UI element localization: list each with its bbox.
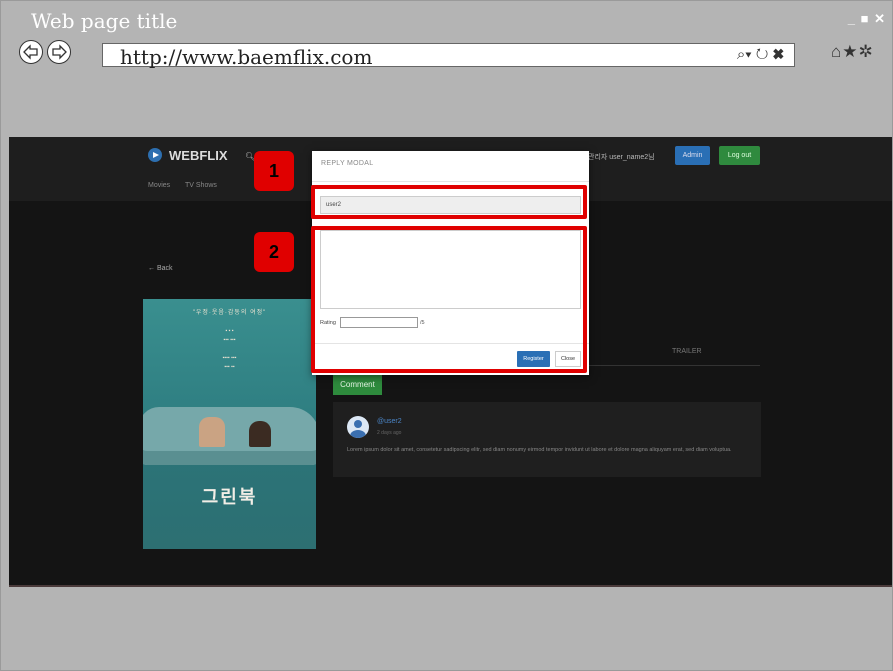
- highlight-box-2: [311, 226, 587, 373]
- tab-divider: [589, 365, 760, 366]
- comment-username[interactable]: @user2: [377, 418, 402, 425]
- logo-text: WEBFLIX: [169, 148, 228, 163]
- comment-text: Lorem ipsum dolor sit amet, consetetur s…: [347, 447, 732, 453]
- annotation-badge-2: 2: [254, 232, 294, 272]
- movie-poster: "우정·웃음·감동의 여정" ▪ ▪ ▪ ▪▪▪ ▪▪▪ ▪▪▪▪ ▪▪▪ ▪▪▪ ▪…: [143, 299, 316, 549]
- comment-card: @user2 2 days ago Lorem ipsum dolor sit …: [333, 402, 761, 477]
- comment-button[interactable]: Comment: [333, 375, 382, 395]
- home-star-gear-icons[interactable]: ⌂★✲: [831, 42, 874, 62]
- poster-credits: ▪ ▪ ▪ ▪▪▪ ▪▪▪ ▪▪▪▪ ▪▪▪ ▪▪▪ ▪▪: [222, 328, 237, 370]
- poster-car-image: [143, 407, 316, 465]
- nav-tv-shows[interactable]: TV Shows: [185, 182, 217, 189]
- comment-time: 2 days ago: [377, 430, 402, 436]
- window-controls[interactable]: _ ■ ✕: [848, 11, 886, 27]
- admin-button[interactable]: Admin: [675, 146, 710, 165]
- avatar: [347, 416, 369, 438]
- browser-window: Web page title _ ■ ✕ http://www.baemflix…: [0, 0, 893, 671]
- poster-tagline: "우정·웃음·감동의 여정": [192, 310, 267, 316]
- logout-button[interactable]: Log out: [719, 146, 760, 165]
- url-text[interactable]: http://www.baemflix.com: [120, 44, 372, 70]
- window-title: Web page title: [31, 9, 178, 33]
- poster-person-right: [249, 421, 271, 447]
- back-arrow-icon[interactable]: [19, 40, 43, 64]
- address-bar-controls[interactable]: ⌕▾ ↻ ✖: [737, 46, 784, 63]
- page-bottom-strip: [9, 585, 892, 587]
- webflix-logo[interactable]: WEBFLIX: [148, 148, 228, 163]
- modal-title: REPLY MODAL: [321, 160, 374, 167]
- navigation-bar: http://www.baemflix.com ⌕▾ ↻ ✖ ⌂★✲: [1, 37, 892, 73]
- poster-person-left: [199, 417, 225, 447]
- title-bar: Web page title _ ■ ✕: [1, 1, 892, 37]
- user-greeting: 관리자 user_name2님: [588, 154, 655, 161]
- back-link[interactable]: ← Back: [148, 265, 173, 272]
- address-bar[interactable]: http://www.baemflix.com ⌕▾ ↻ ✖: [102, 43, 795, 70]
- forward-arrow-icon[interactable]: [47, 40, 71, 64]
- annotation-badge-1: 1: [254, 151, 294, 191]
- modal-divider-top: [312, 181, 589, 182]
- poster-title: 그린북: [201, 487, 258, 507]
- nav-movies[interactable]: Movies: [148, 182, 170, 189]
- highlight-box-1: [311, 185, 587, 219]
- play-logo-icon: [148, 148, 162, 162]
- tab-trailer[interactable]: TRAILER: [672, 348, 702, 355]
